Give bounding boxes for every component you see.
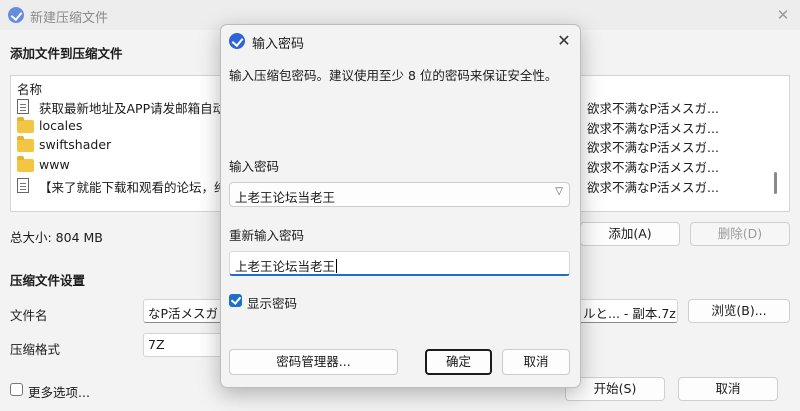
- file-description: 欲求不满なP活メスガ...: [587, 180, 719, 195]
- filename-field-left[interactable]: なP活メスガ: [143, 299, 223, 323]
- filename-field-right[interactable]: ルと... - 副本.7z: [578, 299, 678, 323]
- dialog-titlebar: 输入密码 ✕: [221, 25, 580, 55]
- document-icon: [17, 178, 29, 193]
- file-description: 欲求不满なP活メスガ...: [587, 101, 719, 116]
- file-name: locales: [39, 118, 83, 133]
- ok-button[interactable]: 确定: [425, 349, 492, 375]
- password-dialog: 输入密码 ✕ 输入压缩包密码。建议使用至少 8 位的密码来保证安全性。 输入密码…: [220, 24, 581, 388]
- format-label: 压缩格式: [10, 342, 61, 357]
- file-name: 获取最新地址及APP请发邮箱自动: [39, 101, 226, 116]
- document-icon: [17, 99, 29, 114]
- file-list-scrollbar[interactable]: [774, 172, 777, 194]
- dialog-close-icon[interactable]: ✕: [553, 30, 575, 52]
- file-description: 欲求不满なP活メスガ...: [587, 160, 719, 175]
- reenter-password-label: 重新输入密码: [229, 228, 305, 243]
- folder-icon: [17, 136, 34, 152]
- text-caret: [336, 259, 338, 273]
- browse-button[interactable]: 浏览(B)...: [688, 299, 790, 323]
- folder-icon: [17, 156, 34, 172]
- file-description: 欲求不满なP活メスガ...: [587, 140, 719, 155]
- format-select[interactable]: 7Z: [143, 333, 223, 357]
- folder-icon: [17, 117, 34, 133]
- add-files-heading: 添加文件到压缩文件: [10, 46, 123, 61]
- file-description: 欲求不满なP活メスガ...: [587, 121, 719, 136]
- add-button[interactable]: 添加(A): [580, 222, 680, 246]
- main-cancel-button[interactable]: 取消: [678, 377, 778, 401]
- show-password-label[interactable]: 显示密码: [247, 293, 297, 312]
- dialog-description: 输入压缩包密码。建议使用至少 8 位的密码来保证安全性。: [229, 68, 558, 83]
- password-combobox[interactable]: 上老王论坛当老王 ▽: [229, 182, 570, 207]
- dialog-title: 输入密码: [252, 37, 305, 52]
- more-options-checkbox[interactable]: [10, 383, 23, 396]
- app-logo-icon: [8, 7, 24, 23]
- app-logo-icon: [229, 33, 245, 49]
- delete-button[interactable]: 删除(D): [690, 222, 790, 246]
- main-window-title: 新建压缩文件: [30, 11, 109, 26]
- dialog-cancel-button[interactable]: 取消: [502, 349, 570, 375]
- more-options-label[interactable]: 更多选项...: [28, 382, 90, 401]
- file-name: swiftshader: [39, 137, 112, 152]
- settings-heading: 压缩文件设置: [10, 273, 86, 288]
- show-password-checkbox[interactable]: [229, 294, 242, 307]
- column-header-name[interactable]: 名称: [17, 79, 42, 98]
- password-value: 上老王论坛当老王: [235, 190, 336, 205]
- filename-label: 文件名: [10, 308, 48, 323]
- password-manager-button[interactable]: 密码管理器...: [229, 349, 398, 375]
- total-size: 总大小: 804 MB: [10, 230, 103, 245]
- password-label: 输入密码: [229, 159, 280, 174]
- main-close-icon[interactable]: ✕: [772, 4, 794, 26]
- reenter-password-value: 上老王论坛当老王: [235, 259, 336, 274]
- file-name: 【来了就能下载和观看的论坛，纯: [39, 180, 227, 195]
- reenter-password-input[interactable]: 上老王论坛当老王: [229, 251, 570, 276]
- file-name: www: [39, 157, 70, 172]
- chevron-down-icon[interactable]: ▽: [555, 186, 563, 197]
